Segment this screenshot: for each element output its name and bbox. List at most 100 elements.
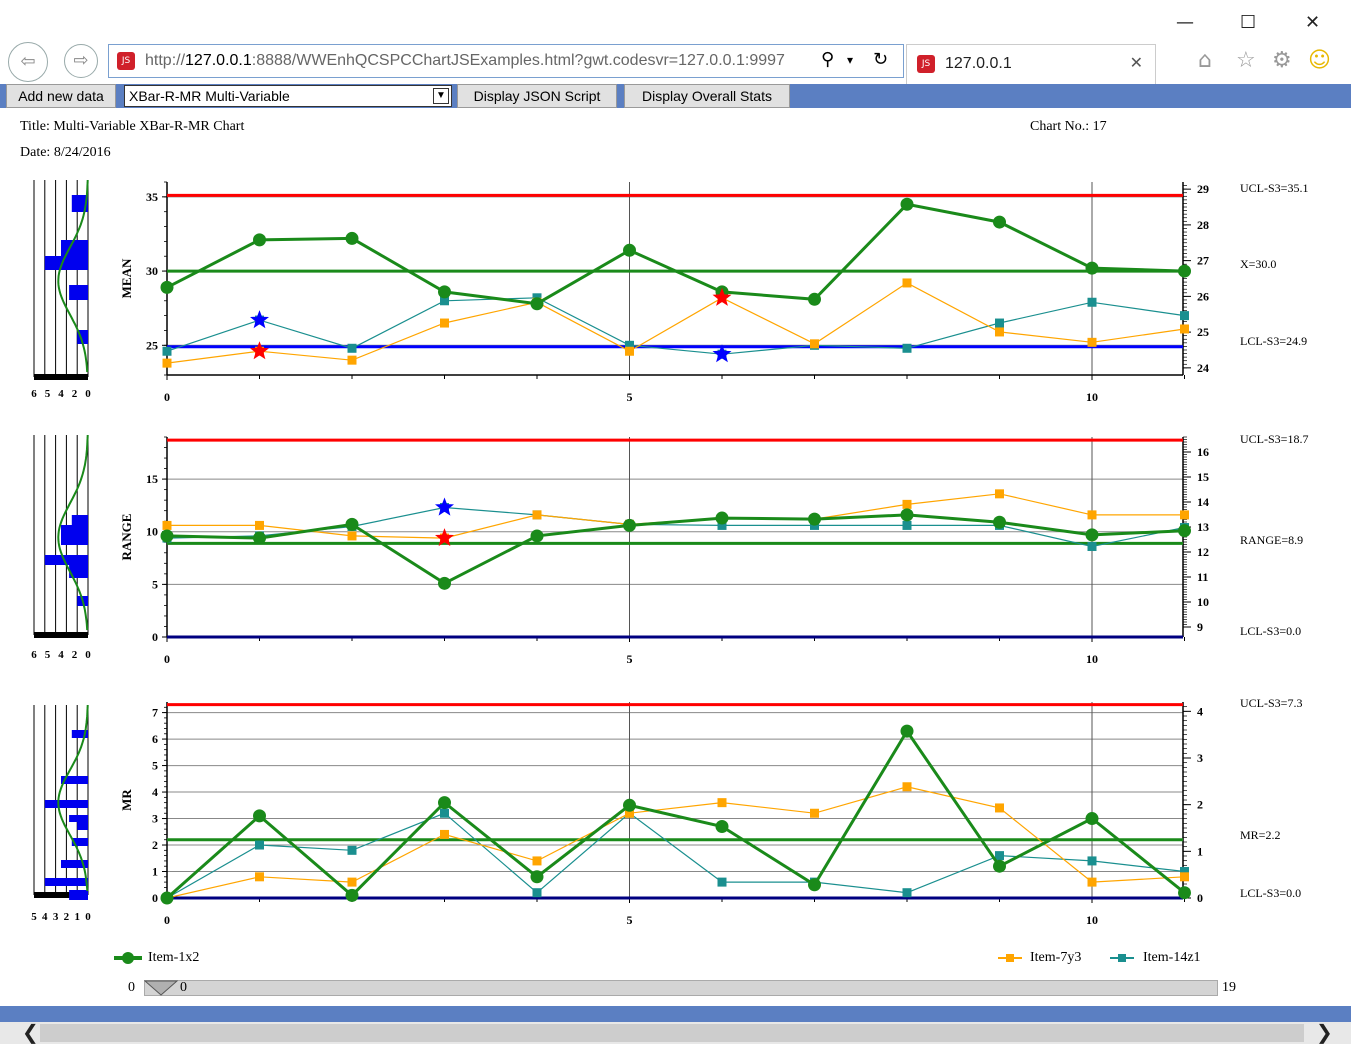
data-point-item-7y3 (902, 499, 912, 509)
right-tick-label: 15 (1197, 470, 1209, 484)
histogram-tick-label: 0 (85, 649, 91, 661)
histogram-bar (69, 285, 88, 300)
data-point-item-7y3 (902, 278, 912, 288)
y-tick-label: 0 (152, 630, 158, 644)
data-point-item-1x2 (530, 297, 544, 311)
data-point-item-7y3 (347, 355, 357, 365)
data-point-item-1x2 (1178, 524, 1191, 538)
data-point-item-14z1 (902, 343, 912, 353)
right-tick-label: 11 (1197, 570, 1208, 584)
data-point-item-1x2 (1178, 264, 1191, 278)
histogram-tick-label: 2 (64, 911, 70, 923)
series-line-item-14z1 (166, 812, 1185, 899)
data-point-item-7y3 (810, 339, 819, 349)
x-tick-label: 0 (164, 390, 170, 404)
limit-label: LCL-S3=0.0 (1240, 624, 1301, 638)
data-point-item-14z1 (995, 851, 1004, 861)
data-point-item-7y3 (162, 358, 172, 368)
histogram-tick-label: 4 (58, 388, 64, 400)
data-point-item-7y3 (1180, 872, 1189, 882)
slider-value-label: 0 (180, 980, 187, 995)
scroll-left-icon[interactable]: ❮ (22, 1020, 39, 1044)
data-point-item-1x2 (623, 518, 636, 532)
data-point-item-14z1 (1180, 311, 1189, 321)
data-point-item-14z1 (995, 318, 1004, 328)
right-tick-label: 4 (1197, 704, 1203, 718)
data-point-item-7y3 (717, 798, 727, 808)
y-tick-label: 0 (152, 891, 158, 905)
legend-marker-item-7y3 (998, 950, 1022, 966)
data-point-item-14z1 (1087, 297, 1097, 307)
data-point-item-1x2 (623, 243, 636, 257)
histogram-base (34, 632, 88, 638)
y-tick-label: 5 (152, 759, 158, 773)
data-point-item-1x2 (900, 508, 914, 522)
x-tick-label: 10 (1086, 652, 1098, 666)
slider-track[interactable] (144, 980, 1218, 996)
y-axis-label: MEAN (119, 258, 134, 298)
data-point-item-1x2 (160, 529, 174, 543)
histogram-bar (44, 878, 88, 886)
data-point-item-14z1 (717, 877, 727, 887)
y-tick-label: 2 (152, 838, 158, 852)
histogram-tick-label: 5 (45, 388, 51, 400)
data-point-item-7y3 (1180, 510, 1189, 520)
limit-label: LCL-S3=0.0 (1240, 886, 1301, 900)
data-point-item-7y3 (1087, 510, 1097, 520)
data-point-item-1x2 (1085, 528, 1099, 542)
slider-min-label: 0 (128, 980, 135, 995)
data-point-item-1x2 (530, 529, 544, 543)
series-line-item-1x2 (166, 728, 1186, 900)
histogram-tick-label: 6 (31, 649, 37, 661)
data-point-item-7y3 (1087, 337, 1097, 347)
y-tick-label: 7 (152, 706, 158, 720)
data-point-item-1x2 (253, 233, 266, 247)
x-tick-label: 0 (164, 913, 170, 927)
data-point-item-1x2 (345, 517, 359, 531)
histogram-tick-label: 0 (85, 911, 91, 923)
y-tick-label: 3 (152, 812, 158, 826)
data-point-item-14z1 (902, 520, 912, 530)
spc-charts: 2530352425262728290 5 10MEANUCL-S3=35.1X=3… (31, 179, 1308, 927)
data-point-item-1x2 (530, 870, 544, 884)
histogram-tick-label: 5 (31, 911, 37, 923)
data-point-item-1x2 (253, 531, 266, 545)
scrollbar-thumb[interactable] (40, 1024, 1304, 1042)
legend-marker-item-1x2 (114, 950, 142, 966)
data-point-item-1x2 (438, 576, 451, 590)
histogram-bar (61, 525, 88, 545)
data-point-item-14z1 (532, 888, 542, 898)
data-point-item-1x2 (160, 280, 174, 294)
data-point-item-1x2 (993, 215, 1006, 229)
y-tick-label: 1 (152, 865, 158, 879)
limit-label: UCL-S3=18.7 (1240, 432, 1308, 446)
data-point-item-7y3 (532, 510, 542, 520)
data-point-item-1x2 (345, 888, 359, 902)
y-axis-label: RANGE (119, 514, 134, 561)
histogram-tick-label: 2 (72, 388, 78, 400)
scroll-right-icon[interactable]: ❯ (1316, 1020, 1333, 1044)
slider-thumb[interactable] (144, 980, 178, 996)
alarm-star-icon (250, 310, 269, 329)
data-point-item-1x2 (1085, 812, 1099, 826)
histogram-base (34, 374, 88, 380)
histogram-tick-label: 2 (72, 649, 78, 661)
y-tick-label: 10 (146, 525, 158, 539)
data-point-item-1x2 (808, 512, 821, 526)
histogram-tick-label: 5 (45, 649, 51, 661)
series-line-item-1x2 (166, 202, 1185, 306)
y-tick-label: 4 (152, 785, 158, 799)
data-point-item-7y3 (995, 327, 1004, 337)
data-point-item-14z1 (162, 346, 172, 356)
right-tick-label: 27 (1197, 254, 1209, 268)
histogram-bar (71, 515, 88, 525)
right-tick-label: 29 (1197, 182, 1209, 196)
histogram-bar (44, 800, 88, 808)
x-tick-label: 10 (1086, 390, 1098, 404)
histogram-tick-label: 4 (42, 911, 48, 923)
data-point-item-14z1 (255, 840, 264, 850)
data-point-item-7y3 (995, 803, 1004, 813)
right-tick-label: 14 (1197, 495, 1209, 509)
histogram-tick-label: 4 (58, 649, 64, 661)
histogram-bar (69, 890, 88, 900)
